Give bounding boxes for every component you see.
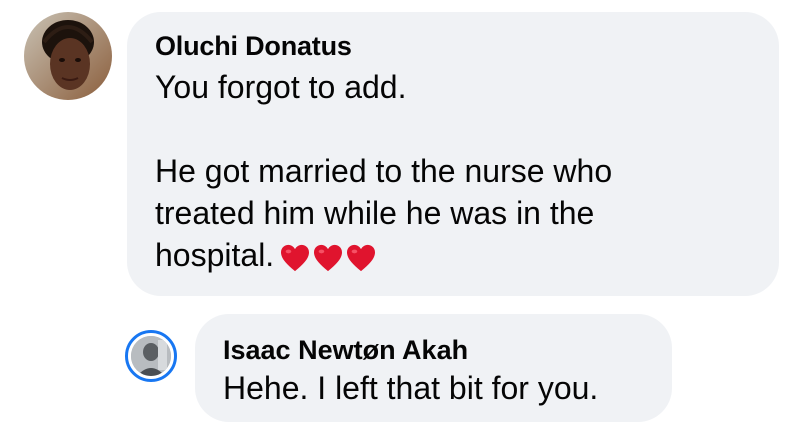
comment-author[interactable]: Oluchi Donatus <box>155 31 753 62</box>
reply-bubble: Isaac Newtøn Akah Hehe. I left that bit … <box>195 314 672 422</box>
comment-line: treated him while he was in the <box>155 195 595 232</box>
heart-emoji-icon <box>313 244 343 272</box>
profile-photo-icon <box>131 336 171 376</box>
reply-body: Hehe. I left that bit for you. <box>223 370 599 407</box>
comment-line: You forgot to add. <box>155 69 407 106</box>
comment-last-line: hospital. <box>155 234 753 276</box>
comment-line: hospital. <box>155 237 275 274</box>
comment-bubble: Oluchi Donatus You forgot to add. He got… <box>127 12 779 296</box>
profile-photo-icon <box>24 12 112 100</box>
heart-emoji-icon <box>346 244 376 272</box>
reply-avatar[interactable] <box>125 330 177 382</box>
emoji-group <box>280 244 376 272</box>
avatar[interactable] <box>24 12 112 100</box>
reply-author[interactable]: Isaac Newtøn Akah <box>223 335 648 366</box>
comment-line: He got married to the nurse who <box>155 153 613 190</box>
comment-body: You forgot to add. He got married to the… <box>155 66 753 276</box>
comment-thread: Oluchi Donatus You forgot to add. He got… <box>0 0 805 428</box>
heart-emoji-icon <box>280 244 310 272</box>
